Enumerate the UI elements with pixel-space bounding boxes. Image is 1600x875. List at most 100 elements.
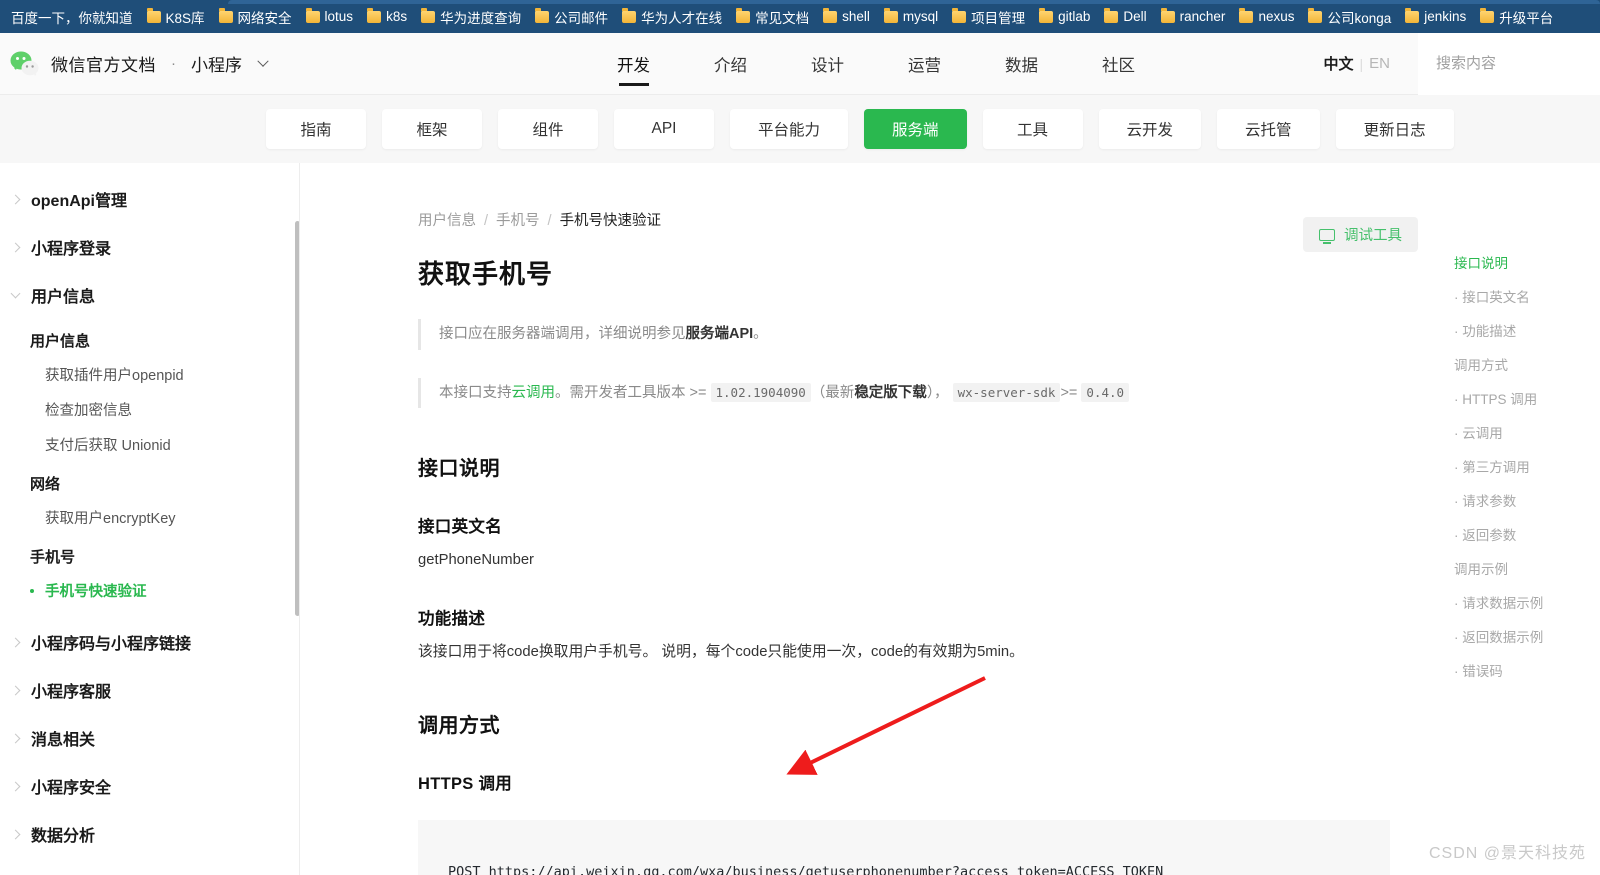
bookmark-item[interactable]: 常见文档: [729, 4, 816, 30]
sidebar-subsection-title: 网络: [30, 476, 61, 493]
bookmark-item[interactable]: mysql: [877, 6, 945, 27]
sidebar-groups-top: openApi管理 小程序登录用户信息: [0, 175, 299, 319]
bookmark-item[interactable]: shell: [816, 6, 877, 27]
sidebar-link[interactable]: 检查加密信息: [30, 392, 299, 427]
breadcrumb: 用户信息 / 手机号 / 手机号快速验证: [418, 209, 1600, 230]
bookmark-item[interactable]: nexus: [1232, 6, 1301, 27]
sidebar-link[interactable]: 手机号快速验证: [30, 573, 299, 608]
sidebar-group-label: 用户信息: [31, 289, 96, 306]
bookmark-label: nexus: [1258, 9, 1295, 24]
doc-tab-指南[interactable]: 指南: [266, 109, 366, 149]
bookmark-item[interactable]: 华为人才在线: [615, 4, 729, 30]
main-nav-item[interactable]: 设计: [779, 33, 876, 94]
sidebar-group-label: 小程序安全: [31, 780, 112, 797]
debug-tool-button[interactable]: 调试工具: [1303, 217, 1418, 252]
folder-icon: [736, 7, 751, 23]
bookmark-item[interactable]: 百度一下，你就知道: [4, 4, 140, 30]
bookmark-label: 网络安全: [237, 10, 292, 26]
chevron-down-icon[interactable]: [257, 55, 269, 67]
toc-item[interactable]: 第三方调用: [1454, 449, 1600, 483]
debug-tool-label: 调试工具: [1344, 228, 1402, 244]
wechat-logo-icon: [10, 51, 40, 77]
header-right-area: 中文 | EN: [1318, 32, 1600, 95]
folder-icon: [146, 7, 161, 23]
bookmark-item[interactable]: lotus: [299, 6, 361, 27]
bookmark-item[interactable]: 公司konga: [1301, 4, 1398, 30]
search-box[interactable]: [1418, 32, 1600, 95]
bookmark-item[interactable]: k8s: [360, 6, 414, 27]
brand-area[interactable]: 微信官方文档 · 小程序: [0, 51, 269, 77]
doc-tab-云开发[interactable]: 云开发: [1098, 109, 1202, 149]
toc-item[interactable]: 返回数据示例: [1454, 619, 1600, 653]
doc-tab-更新日志[interactable]: 更新日志: [1335, 109, 1454, 149]
sidebar-link[interactable]: 支付后获取 Unionid: [30, 427, 299, 462]
folder-icon: [218, 7, 233, 23]
toc-item[interactable]: 请求参数: [1454, 483, 1600, 517]
main-nav-item[interactable]: 社区: [1070, 33, 1167, 94]
toc-item[interactable]: 调用示例: [1454, 551, 1600, 585]
folder-icon: [1104, 7, 1119, 23]
sidebar-link[interactable]: 获取插件用户openpid: [30, 357, 299, 392]
bookmark-item[interactable]: 华为进度查询: [414, 4, 528, 30]
bookmark-label: gitlab: [1058, 9, 1091, 24]
doc-tab-框架[interactable]: 框架: [382, 109, 482, 149]
lang-zh-button[interactable]: 中文: [1318, 53, 1360, 74]
toc-item[interactable]: 功能描述: [1454, 313, 1600, 347]
func-desc-value: 该接口用于将code换取用户手机号。 说明，每个code只能使用一次，code的…: [418, 643, 1024, 660]
toc-item[interactable]: 返回参数: [1454, 517, 1600, 551]
doc-tab-平台能力[interactable]: 平台能力: [730, 109, 849, 149]
doc-tab-云托管[interactable]: 云托管: [1217, 109, 1320, 149]
breadcrumb-item[interactable]: 用户信息: [418, 213, 476, 229]
toc-item[interactable]: 接口英文名: [1454, 279, 1600, 313]
bookmark-item[interactable]: 升级平台: [1473, 4, 1560, 30]
toc-item[interactable]: 云调用: [1454, 415, 1600, 449]
stable-download-link[interactable]: 稳定版下载: [854, 385, 927, 401]
sidebar-group[interactable]: 硬件设备: [0, 858, 299, 875]
bookmark-label: 华为人才在线: [641, 10, 723, 26]
main-nav-item[interactable]: 运营: [876, 33, 973, 94]
main-nav-item[interactable]: 开发: [585, 33, 682, 94]
toc-item[interactable]: 请求数据示例: [1454, 585, 1600, 619]
main-nav-item[interactable]: 介绍: [682, 33, 779, 94]
folder-icon: [1308, 7, 1323, 23]
toc-item[interactable]: 错误码: [1454, 653, 1600, 687]
lang-en-button[interactable]: EN: [1363, 55, 1396, 72]
folder-icon: [1160, 7, 1175, 23]
folder-icon: [1405, 7, 1420, 23]
bookmark-item[interactable]: rancher: [1154, 6, 1233, 27]
cloud-call-link[interactable]: 云调用: [512, 385, 556, 401]
bookmark-item[interactable]: gitlab: [1032, 6, 1097, 27]
sidebar-group-label: 小程序客服: [31, 684, 112, 701]
bookmark-item[interactable]: 项目管理: [945, 4, 1032, 30]
sidebar-group[interactable]: openApi管理: [0, 175, 299, 223]
sidebar-group[interactable]: 小程序码与小程序链接: [0, 618, 299, 666]
doc-tab-API[interactable]: API: [614, 109, 714, 149]
bookmark-item[interactable]: 网络安全: [212, 4, 299, 30]
subsection-func-desc-heading: 功能描述: [418, 609, 486, 628]
sidebar-group[interactable]: 数据分析: [0, 810, 299, 858]
folder-icon: [823, 7, 838, 23]
bookmark-item[interactable]: jenkins: [1398, 6, 1473, 27]
main-nav-item[interactable]: 数据: [973, 33, 1070, 94]
sidebar-group[interactable]: 小程序安全: [0, 762, 299, 810]
toc-item[interactable]: 调用方式: [1454, 347, 1600, 381]
doc-tab-工具[interactable]: 工具: [982, 109, 1083, 149]
sidebar-group[interactable]: 小程序客服: [0, 666, 299, 714]
search-input[interactable]: [1436, 55, 1600, 72]
sidebar-link[interactable]: 获取用户encryptKey: [30, 500, 299, 535]
section-interface-heading: 接口说明: [418, 458, 500, 481]
breadcrumb-item[interactable]: 手机号: [496, 213, 540, 229]
doc-tab-服务端[interactable]: 服务端: [864, 109, 967, 149]
toc-item[interactable]: 接口说明: [1454, 245, 1600, 279]
sidebar-group[interactable]: 用户信息: [0, 271, 299, 319]
toc-item[interactable]: HTTPS 调用: [1454, 381, 1600, 415]
server-api-link[interactable]: 服务端API: [686, 326, 754, 342]
bookmark-item[interactable]: K8S库: [140, 4, 212, 30]
doc-tab-组件[interactable]: 组件: [498, 109, 598, 149]
bookmark-item[interactable]: 公司邮件: [528, 4, 615, 30]
bookmark-item[interactable]: Dell: [1097, 6, 1153, 27]
sidebar-group[interactable]: 消息相关: [0, 714, 299, 762]
devtool-version-code: 1.02.1904090: [710, 382, 811, 402]
sidebar-group[interactable]: 小程序登录: [0, 223, 299, 271]
folder-icon: [421, 7, 436, 23]
